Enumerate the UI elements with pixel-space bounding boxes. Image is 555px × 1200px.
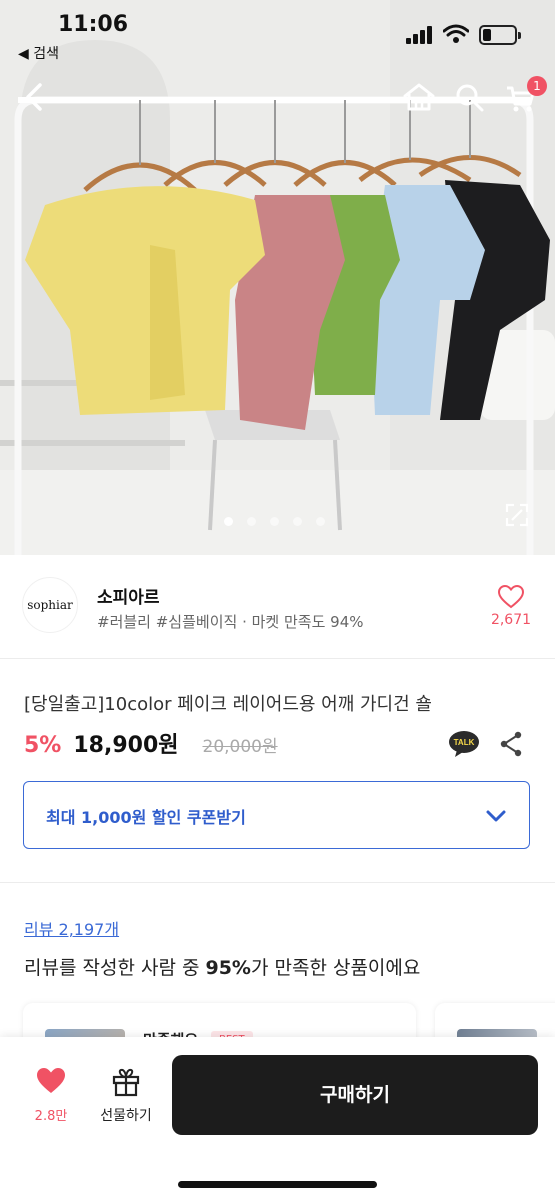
shop-name[interactable]: 소피아르: [97, 583, 160, 608]
carousel-dot[interactable]: [224, 517, 233, 526]
like-button[interactable]: 2.8만: [22, 1067, 80, 1124]
carousel-dot[interactable]: [316, 517, 325, 526]
product-image-carousel[interactable]: 11:06 ◀ 검색 1: [0, 0, 555, 555]
chevron-down-icon: [486, 810, 506, 822]
expand-icon[interactable]: [504, 502, 530, 528]
carousel-dot[interactable]: [270, 517, 279, 526]
search-icon[interactable]: [455, 83, 485, 113]
review-summary: 리뷰를 작성한 사람 중 95%가 만족한 상품이에요: [24, 957, 421, 979]
carousel-pagination[interactable]: [224, 517, 325, 526]
svg-text:TALK: TALK: [454, 738, 475, 747]
shop-logo[interactable]: sophiar: [22, 577, 78, 633]
satisfaction-percent: 95%: [205, 957, 251, 979]
cart-count-badge: 1: [527, 76, 547, 96]
price-row: 5% 18,900원 20,000원: [24, 727, 278, 759]
wifi-icon: [443, 24, 469, 43]
shop-tags: #러블리 #심플베이직 · 마켓 만족도 94%: [97, 613, 364, 631]
carousel-dot[interactable]: [247, 517, 256, 526]
back-to-search-link[interactable]: ◀ 검색: [18, 43, 59, 63]
kakao-talk-icon[interactable]: TALK: [448, 730, 480, 758]
heart-filled-icon: [37, 1068, 65, 1093]
discount-rate: 5%: [24, 733, 62, 758]
share-icon[interactable]: [499, 731, 523, 757]
review-count-link[interactable]: 리뷰 2,197개: [24, 916, 119, 940]
status-bar: 11:06: [0, 0, 555, 45]
back-arrow-icon[interactable]: [22, 82, 48, 112]
buy-button[interactable]: 구매하기: [172, 1055, 538, 1135]
shop-like-count: 2,671: [490, 612, 532, 628]
status-time: 11:06: [58, 12, 129, 37]
home-indicator: [178, 1181, 377, 1188]
coupon-download-button[interactable]: 최대 1,000원 할인 쿠폰받기: [23, 781, 530, 849]
bottom-action-bar: 2.8만 선물하기 구매하기: [0, 1037, 555, 1200]
sale-price: 18,900원: [73, 733, 179, 758]
shop-like-heart-icon[interactable]: [498, 585, 524, 609]
original-price: 20,000원: [202, 737, 278, 757]
coupon-label: 최대 1,000원 할인 쿠폰받기: [46, 808, 246, 827]
gift-label: 선물하기: [100, 1108, 152, 1124]
like-count: 2.8만: [34, 1109, 68, 1124]
shop-info-row[interactable]: sophiar 소피아르 #러블리 #심플베이직 · 마켓 만족도 94% 2,…: [0, 555, 555, 659]
cellular-signal-icon: [406, 26, 432, 44]
battery-icon: [479, 25, 521, 45]
gift-icon: [112, 1068, 140, 1097]
home-icon[interactable]: [402, 82, 436, 112]
product-title: [당일출고]10color 페이크 레이어드용 어깨 가디건 숄: [24, 694, 432, 715]
gift-button[interactable]: 선물하기: [92, 1067, 160, 1125]
section-divider: [0, 882, 555, 883]
carousel-dot[interactable]: [293, 517, 302, 526]
